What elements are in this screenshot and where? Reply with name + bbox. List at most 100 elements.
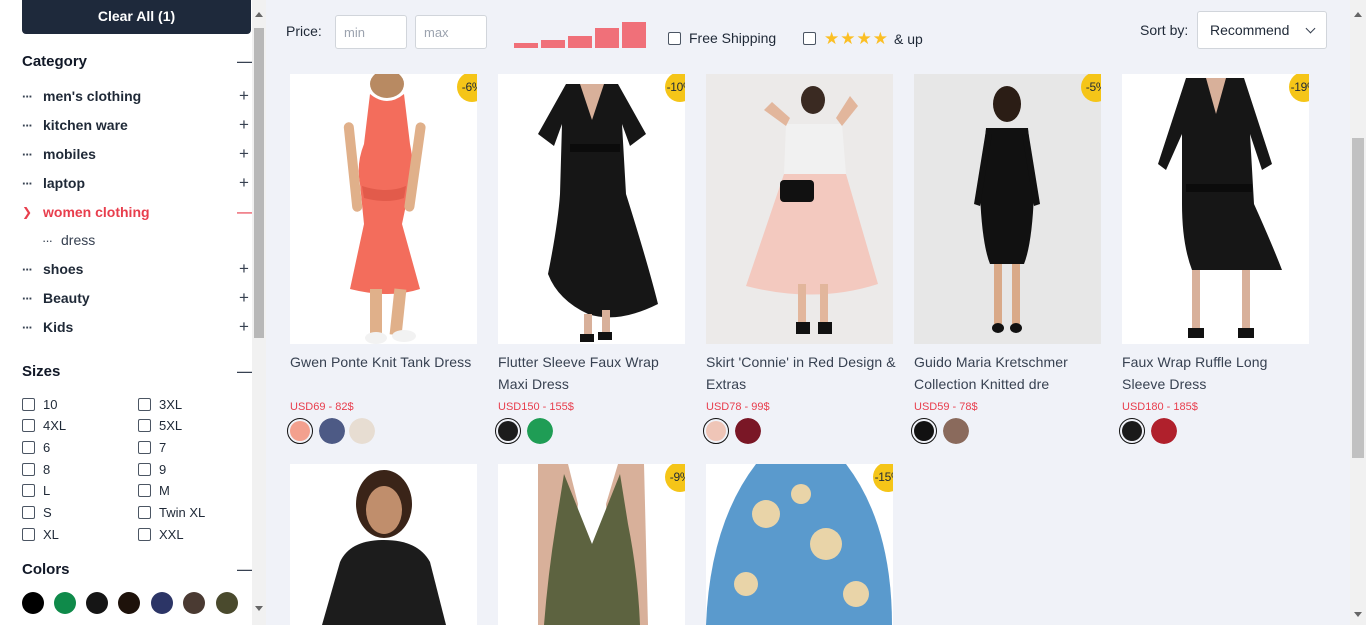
color-swatch-green[interactable] [54, 592, 76, 614]
sort-select[interactable]: Recommend [1197, 11, 1327, 49]
product-image[interactable]: -10% [498, 74, 685, 344]
product-image[interactable]: -19% [1122, 74, 1309, 344]
color-swatch-brown[interactable] [183, 592, 205, 614]
colors-section-header[interactable]: Colors — [22, 559, 255, 580]
size-option[interactable]: S [22, 504, 52, 520]
size-option[interactable]: 5XL [138, 417, 182, 433]
checkbox[interactable] [138, 527, 151, 541]
rating-filter[interactable]: ★ ★ ★ ★ & up [803, 30, 923, 47]
collapse-icon[interactable]: — [237, 361, 255, 382]
checkbox[interactable] [22, 483, 35, 497]
price-histogram-bar[interactable] [568, 36, 592, 48]
variant-swatch[interactable] [349, 418, 375, 444]
price-histogram-bar[interactable] [514, 43, 538, 48]
product-image[interactable] [706, 74, 893, 344]
color-swatch-charcoal[interactable] [86, 592, 108, 614]
scroll-thumb[interactable] [254, 28, 264, 338]
product-image[interactable]: -15% [706, 464, 893, 625]
scroll-thumb[interactable] [1352, 138, 1364, 458]
expand-icon[interactable]: + [237, 86, 251, 106]
variant-swatch[interactable] [1151, 418, 1177, 444]
product-image[interactable]: -9% [498, 464, 685, 625]
expand-icon[interactable]: + [237, 144, 251, 164]
variant-swatch[interactable] [1119, 418, 1145, 444]
clear-all-button[interactable]: Clear All (1) [22, 0, 251, 34]
collapse-icon[interactable]: — [237, 559, 255, 580]
size-option[interactable]: 6 [22, 439, 50, 455]
checkbox[interactable] [138, 440, 151, 454]
product-name[interactable]: Faux Wrap Ruffle Long Sleeve Dress [1122, 351, 1312, 395]
variant-swatch[interactable] [287, 418, 313, 444]
checkbox[interactable] [138, 462, 151, 476]
scroll-up-icon[interactable] [1354, 12, 1362, 17]
product-name[interactable]: Flutter Sleeve Faux Wrap Maxi Dress [498, 351, 688, 395]
checkbox[interactable] [138, 397, 151, 411]
category-item-mens-clothing[interactable]: ··· men's clothing + [22, 85, 251, 107]
expand-icon[interactable]: + [237, 173, 251, 193]
category-item-mobiles[interactable]: ··· mobiles + [22, 143, 251, 165]
scroll-down-icon[interactable] [1354, 612, 1362, 617]
color-swatch-black[interactable] [22, 592, 44, 614]
size-option[interactable]: 3XL [138, 396, 182, 412]
variant-swatch[interactable] [527, 418, 553, 444]
scroll-down-icon[interactable] [255, 606, 263, 611]
free-shipping-filter[interactable]: Free Shipping [668, 30, 776, 46]
product-name[interactable]: Guido Maria Kretschmer Collection Knitte… [914, 351, 1104, 395]
color-swatch-dark-brown[interactable] [118, 592, 140, 614]
size-option[interactable]: 9 [138, 461, 166, 477]
size-option[interactable]: Twin XL [138, 504, 205, 520]
price-histogram-bar[interactable] [541, 40, 565, 48]
checkbox[interactable] [22, 397, 35, 411]
variant-swatch[interactable] [943, 418, 969, 444]
variant-swatch[interactable] [319, 418, 345, 444]
variant-swatch[interactable] [735, 418, 761, 444]
category-item-shoes[interactable]: ··· shoes + [22, 258, 251, 280]
checkbox[interactable] [22, 440, 35, 454]
size-option[interactable]: M [138, 482, 170, 498]
category-item-kitchen-ware[interactable]: ··· kitchen ware + [22, 114, 251, 136]
checkbox[interactable] [22, 527, 35, 541]
category-item-kids[interactable]: ··· Kids + [22, 316, 251, 338]
category-item-dress[interactable]: ··· dress [22, 229, 251, 251]
sizes-section-header[interactable]: Sizes — [22, 361, 255, 382]
size-option[interactable]: L [22, 482, 50, 498]
color-swatch-olive[interactable] [216, 592, 238, 614]
color-swatch-navy[interactable] [151, 592, 173, 614]
size-option[interactable]: 8 [22, 461, 50, 477]
size-option[interactable]: 10 [22, 396, 57, 412]
category-section-header[interactable]: Category — [22, 51, 255, 72]
checkbox[interactable] [22, 505, 35, 519]
category-item-laptop[interactable]: ··· laptop + [22, 172, 251, 194]
checkbox[interactable] [803, 32, 816, 45]
product-image[interactable] [290, 464, 477, 625]
product-image[interactable]: -6% [290, 74, 477, 344]
collapse-icon[interactable]: — [237, 202, 254, 222]
price-histogram-bar[interactable] [622, 22, 646, 48]
variant-swatch[interactable] [911, 418, 937, 444]
variant-swatch[interactable] [703, 418, 729, 444]
price-min-input[interactable]: min [335, 15, 407, 49]
category-item-beauty[interactable]: ··· Beauty + [22, 287, 251, 309]
expand-icon[interactable]: + [237, 259, 251, 279]
checkbox[interactable] [138, 483, 151, 497]
price-histogram-bar[interactable] [595, 28, 619, 48]
product-image[interactable]: -5% [914, 74, 1101, 344]
checkbox[interactable] [22, 462, 35, 476]
size-option[interactable]: XL [22, 526, 59, 542]
size-option[interactable]: 7 [138, 439, 166, 455]
sidebar-scrollbar[interactable] [252, 0, 266, 625]
page-scrollbar[interactable] [1350, 0, 1366, 625]
scroll-up-icon[interactable] [255, 12, 263, 17]
category-item-women-clothing[interactable]: ❯ women clothing — [22, 201, 254, 223]
checkbox[interactable] [138, 505, 151, 519]
price-max-input[interactable]: max [415, 15, 487, 49]
size-option[interactable]: 4XL [22, 417, 66, 433]
product-name[interactable]: Gwen Ponte Knit Tank Dress [290, 351, 480, 373]
expand-icon[interactable]: + [237, 317, 251, 337]
expand-icon[interactable]: + [237, 288, 251, 308]
variant-swatch[interactable] [495, 418, 521, 444]
product-name[interactable]: Skirt 'Connie' in Red Design & Extras [706, 351, 896, 395]
checkbox[interactable] [668, 31, 681, 45]
expand-icon[interactable]: + [237, 115, 251, 135]
size-option[interactable]: XXL [138, 526, 184, 542]
